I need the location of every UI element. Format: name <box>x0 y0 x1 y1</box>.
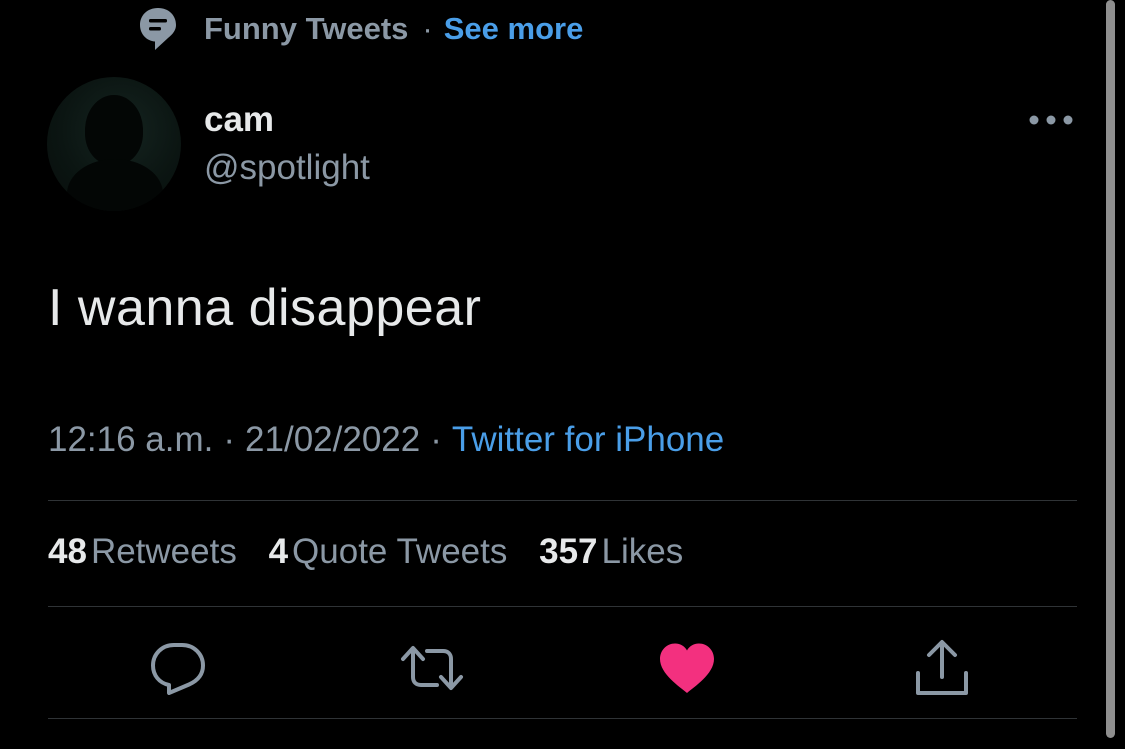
tweet-detail-page: Funny Tweets · See more cam @spotlight I… <box>0 0 1125 749</box>
retweets-label: Retweets <box>90 532 237 571</box>
heart-icon <box>658 642 716 699</box>
reply-icon <box>149 641 207 700</box>
meta-separator: · <box>223 420 236 459</box>
see-more-link[interactable]: See more <box>444 11 584 47</box>
avatar[interactable] <box>47 77 181 211</box>
likes-stat[interactable]: 357 Likes <box>539 532 683 571</box>
share-icon <box>912 639 972 702</box>
more-options-button[interactable] <box>1026 106 1076 136</box>
avatar-shoulders <box>67 159 163 211</box>
divider <box>48 718 1077 719</box>
avatar-silhouette <box>85 95 143 165</box>
meta-separator: · <box>430 420 442 459</box>
tweet-time[interactable]: 12:16 a.m. <box>48 420 213 459</box>
like-button[interactable] <box>655 638 719 702</box>
reply-button[interactable] <box>146 638 210 702</box>
scrollbar[interactable] <box>1106 0 1115 738</box>
quote-tweets-count: 4 <box>268 532 289 571</box>
divider <box>48 500 1077 501</box>
tweet-text: I wanna disappear <box>48 279 482 337</box>
retweets-stat[interactable]: 48 Retweets <box>48 532 237 571</box>
divider <box>48 606 1077 607</box>
tweet-date[interactable]: 21/02/2022 <box>245 420 420 459</box>
context-separator: · <box>422 11 433 46</box>
author-handle[interactable]: @spotlight <box>204 148 370 188</box>
topic-name[interactable]: Funny Tweets <box>204 11 408 47</box>
share-button[interactable] <box>910 638 974 702</box>
quote-tweets-stat[interactable]: 4 Quote Tweets <box>269 532 508 571</box>
topic-icon <box>138 6 178 52</box>
retweet-icon <box>399 643 465 698</box>
likes-count: 357 <box>539 532 598 571</box>
author-display-name[interactable]: cam <box>204 100 274 140</box>
likes-label: Likes <box>601 532 684 571</box>
tweet-source-link[interactable]: Twitter for iPhone <box>452 420 724 459</box>
more-horizontal-icon <box>1029 112 1073 130</box>
retweets-count: 48 <box>48 532 87 571</box>
topic-context: Funny Tweets · See more <box>138 6 583 52</box>
tweet-meta: 12:16 a.m. · 21/02/2022 · Twitter for iPhone <box>48 420 724 460</box>
quote-tweets-label: Quote Tweets <box>292 532 508 571</box>
retweet-button[interactable] <box>400 638 464 702</box>
tweet-stats: 48 Retweets 4 Quote Tweets 357 Likes <box>48 532 705 572</box>
